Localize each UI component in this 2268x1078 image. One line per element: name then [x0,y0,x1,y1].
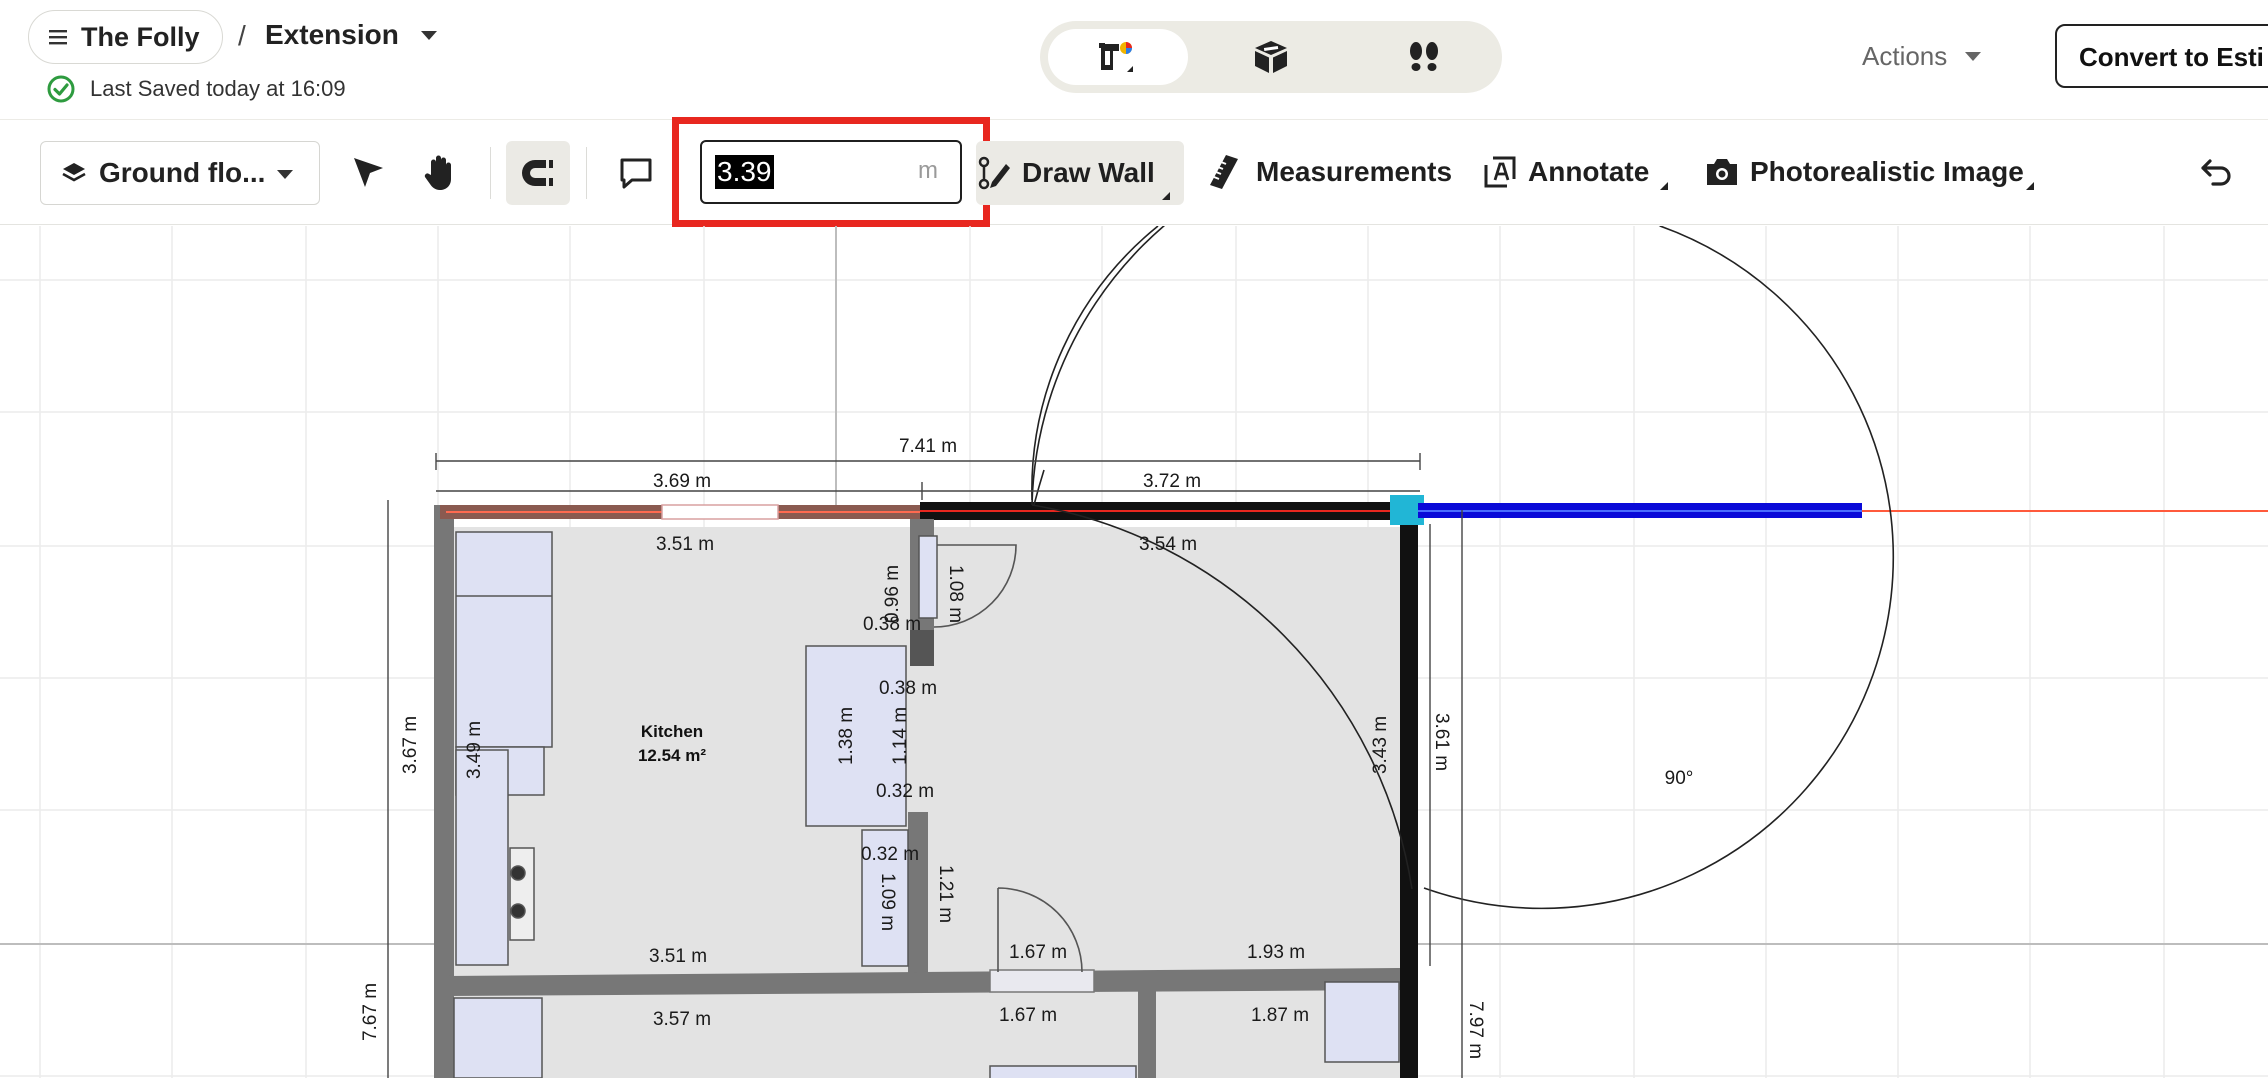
annotate-button[interactable]: Annotate [1528,156,1649,188]
project-name: The Folly [81,21,200,52]
floor-label: Ground flo... [99,157,266,188]
dim-top-left: 3.69 m [653,471,711,492]
draw-wall-button[interactable]: Draw Wall [976,141,1184,205]
dim-bottom-left: 3.51 m [649,946,707,967]
toolbar-divider [490,147,491,199]
dim-367: 3.67 m [400,716,421,774]
hamburger-menu-icon [49,30,67,45]
dim-inner-right: 3.54 m [1139,534,1197,555]
dim-032a: 0.32 m [876,781,934,802]
dim-total-top: 7.41 m [899,436,957,457]
floor-plan-icon [1099,42,1133,72]
ruler-icon [1210,155,1238,189]
dim-138: 1.38 m [836,707,857,765]
cursor-arrow-icon [354,158,383,187]
annotate-text-icon [1484,156,1516,188]
wall-length-unit: m [918,157,938,184]
dim-767: 7.67 m [360,983,381,1041]
comment-tool-button[interactable] [612,147,660,199]
chevron-down-icon [420,30,437,40]
dim-inner-left: 3.51 m [656,534,714,555]
floor-plan-drawing: 7.41 m 3.69 m 3.72 m 3.51 m 3.54 m 0.96 … [0,226,2268,1078]
section-selector[interactable]: Extension [265,19,437,51]
dropdown-corner-icon [1162,192,1170,200]
breadcrumb-separator: / [238,20,246,51]
door-sill [989,969,1095,993]
section-name: Extension [265,19,399,50]
hand-icon [424,155,451,190]
actions-menu[interactable]: Actions [1862,41,1982,72]
dropdown-corner-icon [1660,182,1668,190]
save-status: Last Saved today at 16:09 [46,74,346,104]
dim-108: 1.08 m [945,565,966,623]
toolbar-divider [586,147,587,199]
snap-toggle-button[interactable] [506,141,570,205]
wall-length-input[interactable]: 3.39 m [700,140,962,204]
chevron-down-icon [1965,52,1982,61]
undo-button[interactable] [2194,152,2238,192]
dim-038b: 0.38 m [879,678,937,699]
project-menu-button[interactable]: The Folly [28,10,223,64]
wall-right [1400,502,1418,1078]
view-mode-switch [1040,21,1502,93]
photorealistic-image-button[interactable]: Photorealistic Image [1750,156,2024,188]
angle-label: 90° [1665,768,1694,789]
lower-room-floor [450,990,1400,1078]
dim-361: 3.61 m [1431,713,1452,771]
speech-bubble-icon [620,158,652,189]
annotate-icon-wrap[interactable] [1482,152,1518,192]
angle-arc [1031,226,1660,506]
dim-187: 1.87 m [1251,1005,1309,1026]
walkthrough-icon [1410,42,1438,71]
dim-top-right: 3.72 m [1143,471,1201,492]
undo-icon [2201,159,2231,186]
measurements-icon-wrap[interactable] [1206,150,1242,194]
chevron-down-icon [277,170,293,179]
dim-109: 1.09 m [877,873,898,931]
floor-selector[interactable]: Ground flo... [40,141,320,205]
measurements-button[interactable]: Measurements [1256,156,1452,188]
dim-038a: 0.38 m [863,614,921,635]
3d-box-icon [1255,41,1287,73]
room-floor [926,527,1400,974]
pan-tool-button[interactable] [416,147,464,199]
dim-114: 1.14 m [890,707,911,765]
walkthrough-view-button[interactable] [1354,29,1494,85]
draw-wall-label: Draw Wall [1022,157,1155,188]
convert-to-estimate-button[interactable]: Convert to Esti [2055,24,2268,88]
layers-icon [62,163,86,182]
wall-length-value: 3.39 [715,155,774,189]
check-circle-icon [47,75,75,103]
floor-plan-view-button[interactable] [1048,29,1188,85]
magnet-icon [522,160,553,186]
top-header: The Folly / Extension Last Saved today a… [0,0,2268,120]
dim-343: 3.43 m [1370,716,1391,774]
saved-text: Last Saved today at 16:09 [90,76,346,101]
room-area: 12.54 m² [638,746,706,765]
3d-view-button[interactable] [1201,29,1341,85]
camera-icon [1707,159,1737,185]
dim-349: 3.49 m [464,721,485,779]
window [661,504,779,520]
actions-label: Actions [1862,41,1948,71]
dim-357: 3.57 m [653,1009,711,1030]
room-name: Kitchen [641,722,703,741]
pencil-nodes-icon [978,156,1010,190]
dim-167b: 1.67 m [999,1005,1057,1026]
dropdown-corner-icon [2026,182,2034,190]
dim-167a: 1.67 m [1009,942,1067,963]
select-tool-button[interactable] [344,147,392,199]
dim-121: 1.21 m [935,865,956,923]
dim-193: 1.93 m [1247,942,1305,963]
dim-797: 7.97 m [1465,1001,1486,1059]
dim-032b: 0.32 m [861,844,919,865]
photo-icon-wrap[interactable] [1702,152,1742,192]
floor-plan-canvas[interactable]: 7.41 m 3.69 m 3.72 m 3.51 m 3.54 m 0.96 … [0,226,2268,1078]
